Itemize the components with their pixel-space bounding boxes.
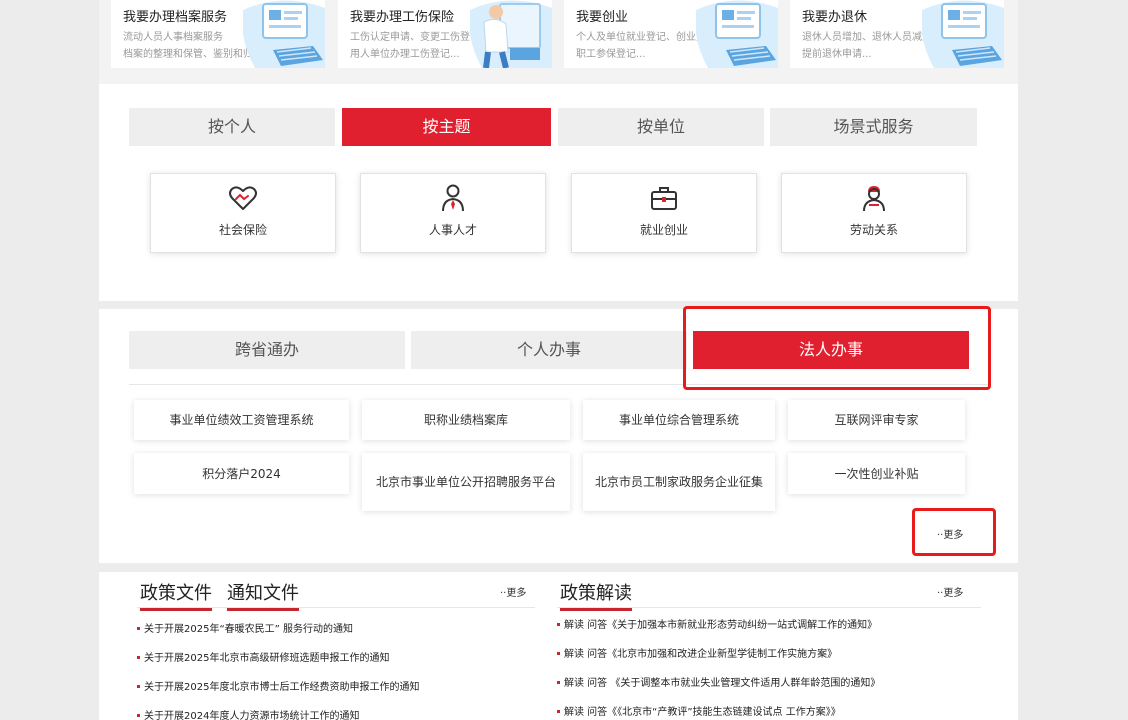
theme-hr-talent[interactable]: 人事人才 (360, 173, 546, 253)
service-card-title: 我要办理档案服务 (123, 10, 228, 25)
theme-employment[interactable]: 就业创业 (571, 173, 757, 253)
link-unit-management-system[interactable]: 事业单位综合管理系统 (583, 400, 775, 440)
service-card-retire[interactable]: 我要办退休 退休人员增加、退休人员减少 提前退休申请... (790, 0, 1004, 68)
news-panel: 政策文件 通知文件 ··更多 关于开展2025年“春暖农民工” 服务行动的通知 … (99, 572, 1018, 720)
bullet-icon (137, 684, 140, 688)
link-title-archive[interactable]: 职称业绩档案库 (362, 400, 570, 440)
service-card-title: 我要创业 (576, 10, 629, 25)
news-item[interactable]: 关于开展2025年度北京市博士后工作经费资助申报工作的通知 (137, 678, 419, 693)
tab-personal-affairs[interactable]: 个人办事 (411, 331, 687, 369)
theme-label: 社会保险 (218, 223, 267, 237)
monitor-illustration-icon (696, 0, 778, 68)
bullet-icon (137, 713, 140, 717)
link-points-settlement[interactable]: 积分落户2024 (134, 453, 349, 494)
news-item[interactable]: 解读 问答《《北京市“产教评”技能生态链建设试点 工作方案》》 (557, 703, 841, 718)
worker-icon (863, 186, 885, 212)
divider (137, 607, 535, 608)
service-card-startup[interactable]: 我要创业 个人及单位就业登记、创业开业指导 职工参保登记... (564, 0, 778, 68)
interpretation-more-link[interactable]: ··更多 (937, 584, 963, 599)
tab-cross-province[interactable]: 跨省通办 (129, 331, 405, 369)
heart-hand-icon (229, 186, 257, 210)
briefcase-icon (651, 187, 677, 210)
theme-social-insurance[interactable]: 社会保险 (150, 173, 336, 253)
bullet-icon (557, 709, 560, 713)
monitor-illustration-icon (243, 0, 325, 68)
link-housekeeping-recruitment[interactable]: 北京市员工制家政服务企业征集 (583, 453, 775, 511)
theme-label: 就业创业 (639, 223, 688, 237)
link-online-review-experts[interactable]: 互联网评审专家 (788, 400, 965, 440)
service-card-title: 我要办退休 (802, 10, 868, 25)
news-item[interactable]: 关于开展2024年度人力资源市场统计工作的通知 (137, 707, 359, 720)
link-performance-salary-system[interactable]: 事业单位绩效工资管理系统 (134, 400, 349, 440)
bullet-icon (137, 626, 140, 630)
link-startup-subsidy[interactable]: 一次性创业补贴 (788, 453, 965, 494)
person-tie-icon (442, 184, 464, 212)
policy-more-link[interactable]: ··更多 (500, 584, 526, 599)
bullet-icon (557, 651, 560, 655)
news-item[interactable]: 解读 问答《北京市加强和改进企业新型学徒制工作实施方案》 (557, 645, 837, 660)
tab-by-unit[interactable]: 按单位 (558, 108, 764, 146)
news-item[interactable]: 关于开展2025年“春暖农民工” 服务行动的通知 (137, 620, 353, 635)
service-card-title: 我要办理工伤保险 (350, 10, 455, 25)
bullet-icon (557, 680, 560, 684)
person-illustration-icon (470, 0, 552, 68)
link-public-recruitment[interactable]: 北京市事业单位公开招聘服务平台 (362, 453, 570, 511)
service-card-injury[interactable]: 我要办理工伤保险 工伤认定申请、变更工伤登记 用人单位办理工伤登记... (338, 0, 552, 68)
tab-by-person[interactable]: 按个人 (129, 108, 335, 146)
bullet-icon (557, 622, 560, 626)
service-card-archive[interactable]: 我要办理档案服务 流动人员人事档案服务 档案的整理和保管、鉴别和归档... (111, 0, 325, 68)
monitor-illustration-icon (922, 0, 1004, 68)
divider (557, 607, 981, 608)
bullet-icon (137, 655, 140, 659)
highlight-box-legal-tab (683, 306, 991, 390)
theme-labor-relations[interactable]: 劳动关系 (781, 173, 967, 253)
theme-panel: 按个人 按主题 按单位 场景式服务 社会保险 人事人才 就业创业 劳动关系 (99, 84, 1018, 301)
news-item[interactable]: 关于开展2025年北京市高级研修班选题申报工作的通知 (137, 649, 389, 664)
tab-by-theme[interactable]: 按主题 (342, 108, 551, 146)
news-item[interactable]: 解读 问答 《关于调整本市就业失业管理文件适用人群年龄范围的通知》 (557, 674, 880, 689)
service-card-strip: 我要办理档案服务 流动人员人事档案服务 档案的整理和保管、鉴别和归档... 我要办… (99, 0, 1018, 84)
tab-scenario-service[interactable]: 场景式服务 (770, 108, 977, 146)
highlight-box-more (912, 508, 996, 556)
news-item[interactable]: 解读 问答《关于加强本市新就业形态劳动纠纷一站式调解工作的通知》 (557, 616, 877, 631)
theme-label: 人事人才 (428, 223, 477, 237)
theme-label: 劳动关系 (849, 223, 898, 237)
